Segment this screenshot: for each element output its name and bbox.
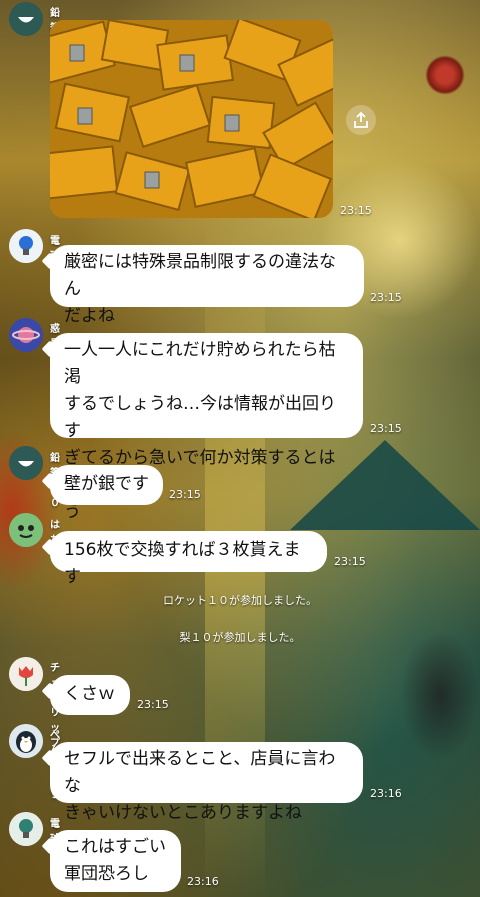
bubble-tail <box>41 749 59 767</box>
message-time: 23:15 <box>370 291 402 304</box>
message-time: 23:15 <box>169 488 201 501</box>
share-icon <box>354 111 368 128</box>
message-time: 23:16 <box>187 875 219 888</box>
message-bubble[interactable]: 壁が銀です <box>41 465 163 505</box>
message-text-line: くさｗ <box>64 684 115 704</box>
message-text-line: これはすごい <box>64 837 166 857</box>
message-text-line: するでしょうね…今は情報が出回りす <box>64 394 336 441</box>
message-text-line: 厳密には特殊景品制限するの違法なん <box>64 252 336 299</box>
bee-icon <box>9 513 43 547</box>
bubble-tail <box>41 837 59 855</box>
bubble-tail <box>41 252 59 270</box>
green-circle-avatar[interactable] <box>9 446 43 480</box>
message-text-line: 一人一人にこれだけ貯められたら枯渇 <box>64 340 336 387</box>
lightbulb-icon <box>9 229 43 263</box>
message-bubble[interactable]: 156枚で交換すれば３枚貰えます <box>41 531 327 587</box>
avatar-icon <box>9 446 43 480</box>
penguin-icon <box>9 724 43 758</box>
penguin-avatar[interactable] <box>9 724 43 758</box>
message-text-line: きゃいけないとこありますよね <box>64 803 302 823</box>
message-text-line: 軍団恐ろし <box>64 864 149 884</box>
lightbulb-avatar[interactable] <box>9 229 43 263</box>
background-dark-mask <box>400 630 480 760</box>
bubble-tail <box>41 472 59 490</box>
background-ornament <box>425 55 465 95</box>
tulip-avatar[interactable] <box>9 657 43 691</box>
system-message: 梨１０が参加しました。 <box>179 631 301 644</box>
tulip-icon <box>9 657 43 691</box>
green-circle-avatar[interactable] <box>9 2 43 36</box>
gold-cards-image <box>50 20 333 218</box>
lightbulb-avatar[interactable] <box>9 812 43 846</box>
shared-photo[interactable] <box>50 20 333 218</box>
planet-icon <box>9 318 43 352</box>
message-bubble[interactable]: くさｗ <box>41 675 130 715</box>
lightbulb-icon <box>9 812 43 846</box>
bubble-tail <box>41 538 59 556</box>
system-message: ロケット１０が参加しました。 <box>163 594 317 607</box>
message-time: 23:15 <box>370 422 402 435</box>
message-text-line: 156枚で交換すれば３枚貰えます <box>64 540 301 587</box>
bee-avatar[interactable] <box>9 513 43 547</box>
message-time: 23:15 <box>340 204 372 217</box>
message-bubble[interactable]: 厳密には特殊景品制限するの違法なん だよね <box>41 245 364 326</box>
message-time: 23:16 <box>370 787 402 800</box>
message-time: 23:15 <box>334 555 366 568</box>
share-button[interactable] <box>346 105 376 135</box>
message-text-line: だよね <box>64 306 115 326</box>
avatar-icon <box>9 2 43 36</box>
message-bubble[interactable]: これはすごい 軍団恐ろし <box>41 830 181 892</box>
message-bubble[interactable]: 一人一人にこれだけ貯められたら枯渇 するでしょうね…今は情報が出回りす ぎてるか… <box>41 333 363 522</box>
message-bubble[interactable]: セフルで出来るとこと、店員に言わな きゃいけないとこありますよね <box>41 742 363 823</box>
message-text-line: 壁が銀です <box>64 474 149 494</box>
bubble-tail <box>41 682 59 700</box>
message-text-line: セフルで出来るとこと、店員に言わな <box>64 749 336 796</box>
planet-avatar[interactable] <box>9 318 43 352</box>
message-time: 23:15 <box>137 698 169 711</box>
bubble-tail <box>41 340 59 358</box>
